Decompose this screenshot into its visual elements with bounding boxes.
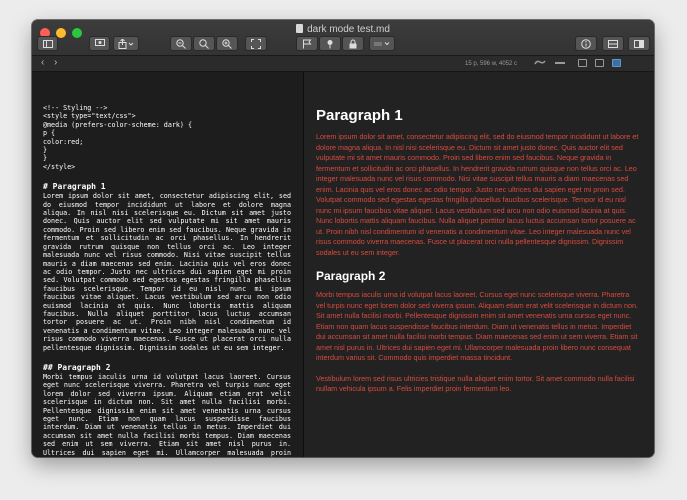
document-stats: 15 p, 596 w, 4052 c bbox=[465, 61, 518, 67]
preview-button[interactable] bbox=[89, 36, 110, 51]
preview-heading-1: Paragraph 1 bbox=[316, 107, 403, 124]
editor-heading-2: ## Paragraph 2 bbox=[43, 362, 111, 372]
pin-icon bbox=[327, 39, 333, 48]
zoom-out-button[interactable] bbox=[170, 36, 192, 51]
zoom-actual-button[interactable] bbox=[193, 36, 215, 51]
code-line: @media (prefers-color-scheme: dark) { bbox=[43, 120, 192, 129]
share-button[interactable] bbox=[113, 36, 139, 51]
preview-paragraph-1: Lorem ipsum dolor sit amet, consectetur … bbox=[316, 132, 639, 257]
fullscreen-icon bbox=[251, 38, 261, 49]
layout-side-button[interactable] bbox=[628, 36, 650, 51]
back-arrow-icon[interactable]: ‹ bbox=[41, 58, 44, 68]
editor-paragraph-2: Morbi tempus iaculis urna id volutpat la… bbox=[43, 372, 291, 457]
layout-split-icon bbox=[608, 39, 618, 48]
pin-button[interactable] bbox=[319, 36, 341, 51]
preview-heading-2: Paragraph 2 bbox=[316, 269, 386, 283]
fullscreen-button[interactable] bbox=[245, 36, 267, 51]
view-preview-icon[interactable] bbox=[595, 59, 604, 67]
markdown-editor[interactable]: <!-- Styling --> <style type="text/css">… bbox=[32, 72, 303, 457]
code-line: <!-- Styling --> bbox=[43, 104, 108, 112]
forward-arrow-icon[interactable]: › bbox=[54, 58, 57, 68]
toolbar: dark mode test.md bbox=[32, 20, 654, 56]
share-icon bbox=[118, 38, 134, 49]
preview-paragraph-2: Morbi tempus iaculis urna id volutpat la… bbox=[316, 290, 638, 362]
editor-heading-1: # Paragraph 1 bbox=[43, 182, 106, 192]
sidebar-icon bbox=[42, 39, 53, 48]
info-icon bbox=[581, 38, 591, 49]
more-menu-button[interactable] bbox=[369, 36, 395, 51]
layout-side-icon bbox=[634, 39, 644, 48]
zoom-out-icon bbox=[176, 38, 186, 49]
app-window: dark mode test.md ‹ › 15 p, 596 w, 4052 … bbox=[32, 20, 654, 457]
zoom-in-button[interactable] bbox=[216, 36, 238, 51]
code-line: p { bbox=[43, 129, 56, 138]
zoom-in-icon bbox=[222, 38, 232, 49]
lock-icon bbox=[349, 39, 357, 48]
code-line: <style type="text/css"> bbox=[43, 112, 136, 121]
lock-button[interactable] bbox=[342, 36, 364, 51]
code-line: } bbox=[43, 146, 48, 155]
view-editor-icon[interactable] bbox=[578, 59, 587, 67]
view-split-icon[interactable] bbox=[612, 59, 621, 67]
sidebar-toggle-button[interactable] bbox=[37, 36, 58, 51]
flag-icon bbox=[303, 39, 312, 48]
flag-button[interactable] bbox=[296, 36, 318, 51]
preview-icon bbox=[94, 39, 105, 46]
sync-icon[interactable] bbox=[534, 59, 546, 67]
window-title: dark mode test.md bbox=[32, 24, 654, 35]
zoom-icon bbox=[199, 38, 209, 49]
preview-paragraph-3: Vestibulum lorem sed risus ultricies tri… bbox=[316, 373, 635, 394]
editor-paragraph-1: Lorem ipsum dolor sit amet, consectetur … bbox=[43, 192, 291, 352]
document-icon bbox=[296, 24, 304, 33]
window-title-text: dark mode test.md bbox=[307, 24, 390, 35]
layout-split-button[interactable] bbox=[602, 36, 624, 51]
code-line: } bbox=[43, 154, 48, 163]
markdown-preview: Paragraph 1 Lorem ipsum dolor sit amet, … bbox=[304, 72, 654, 457]
code-line: </style> bbox=[43, 162, 76, 171]
status-bar: ‹ › 15 p, 596 w, 4052 c bbox=[32, 56, 654, 72]
link-icon[interactable] bbox=[554, 59, 565, 67]
code-line: color:red; bbox=[43, 137, 84, 146]
chevron-down-icon bbox=[374, 41, 390, 46]
info-button[interactable] bbox=[575, 36, 597, 51]
